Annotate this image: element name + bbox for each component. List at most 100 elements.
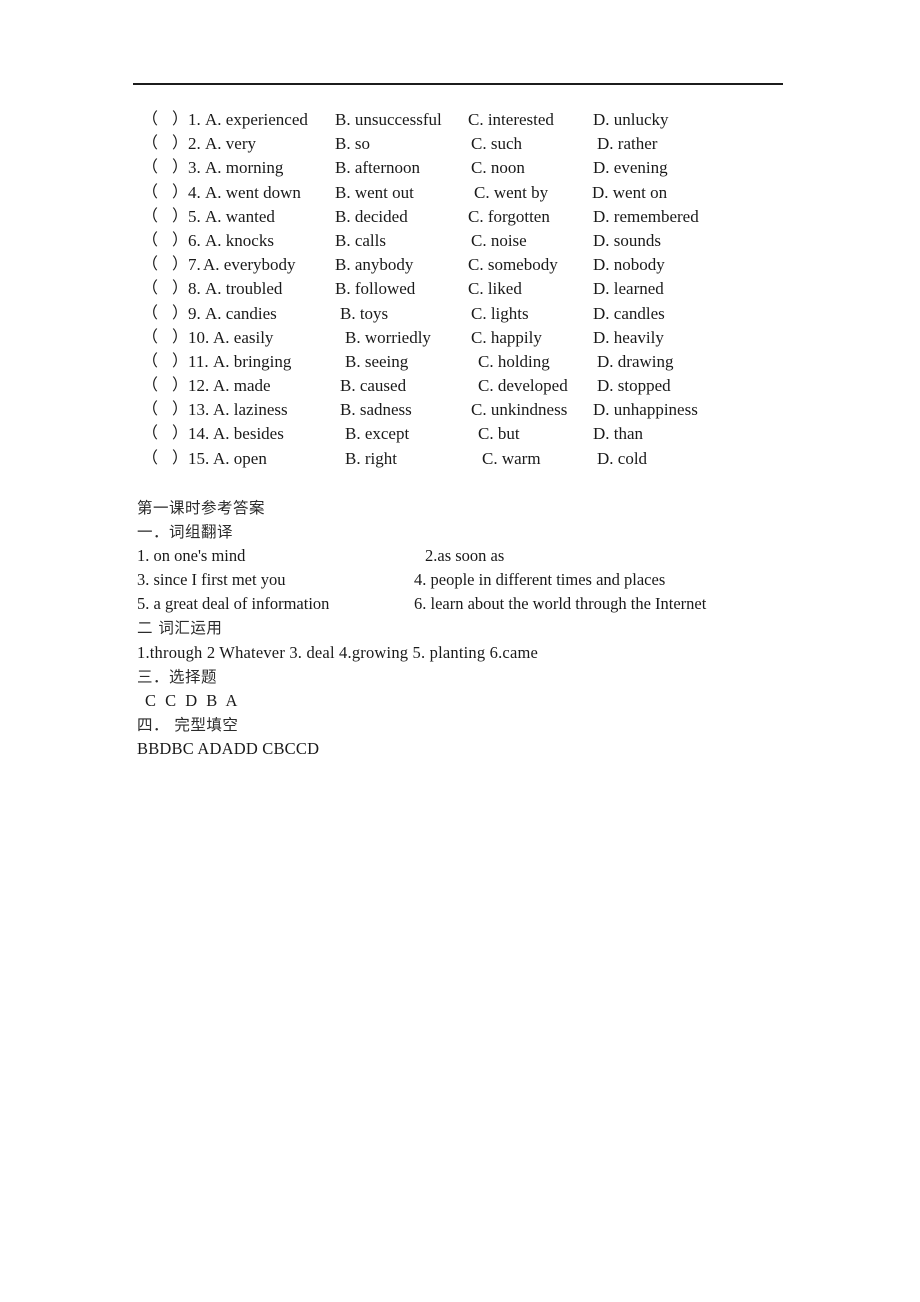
option-d[interactable]: D. went on [592, 181, 667, 205]
option-d[interactable]: D. drawing [597, 350, 673, 374]
option-b[interactable]: B. caused [340, 374, 406, 398]
option-b[interactable]: B. right [345, 447, 397, 471]
section-4-answers: BBDBC ADADD CBCCD [137, 738, 320, 758]
cloze-row: （ ） 8. A. troubled B. followed C. liked … [0, 277, 920, 301]
option-a[interactable]: A. experienced [205, 108, 308, 132]
option-b[interactable]: B. seeing [345, 350, 408, 374]
answer-paren-close: ） [172, 352, 189, 370]
option-b[interactable]: B. decided [335, 205, 408, 229]
option-c[interactable]: C. liked [468, 277, 522, 301]
option-a[interactable]: A. open [213, 447, 267, 471]
option-c[interactable]: C. forgotten [468, 205, 550, 229]
section-4-answers-line: BBDBC ADADD CBCCD [0, 737, 920, 761]
question-number: 4. [188, 182, 201, 202]
option-c[interactable]: C. unkindness [471, 398, 567, 422]
question-number: 15. [188, 448, 210, 468]
cloze-row: （ ） 11. A. bringing B. seeing C. holding… [0, 350, 920, 374]
option-b[interactable]: B. unsuccessful [335, 108, 442, 132]
answer-paren-open: （ [142, 231, 159, 249]
cloze-row: （ ） 15. A. open B. right C. warm D. cold [0, 447, 920, 471]
option-c[interactable]: C. warm [482, 447, 541, 471]
option-a[interactable]: A. knocks [205, 229, 274, 253]
option-b[interactable]: B. went out [335, 181, 414, 205]
option-c[interactable]: C. lights [471, 302, 529, 326]
option-a[interactable]: A. candies [205, 302, 277, 326]
section-3-answers-line: C C D B A [0, 689, 920, 713]
header-divider-rule [133, 83, 783, 85]
section-1-heading: 一．词组翻译 [137, 523, 234, 542]
option-d[interactable]: D. cold [597, 447, 647, 471]
option-b[interactable]: B. so [335, 132, 370, 156]
option-c[interactable]: C. such [471, 132, 522, 156]
option-b[interactable]: B. worriedly [345, 326, 431, 350]
option-d[interactable]: D. sounds [593, 229, 661, 253]
answer-key-section: 第一课时参考答案 一．词组翻译 1. on one's mind 2.as so… [0, 496, 920, 761]
section-3-heading-line: 三．选择题 [0, 665, 920, 689]
question-number: 9. [188, 303, 201, 323]
cloze-row: （ ） 5. A. wanted B. decided C. forgotten… [0, 205, 920, 229]
question-number: 11. [188, 351, 209, 371]
question-number: 3. [188, 158, 201, 178]
option-d[interactable]: D. nobody [593, 253, 665, 277]
option-d[interactable]: D. heavily [593, 326, 664, 350]
section-2-heading-line: 二 词汇运用 [0, 616, 920, 640]
answer-paren-close: ） [172, 280, 189, 298]
option-a[interactable]: A. laziness [213, 398, 288, 422]
question-number: 10. [188, 327, 210, 347]
option-c[interactable]: C. holding [478, 350, 550, 374]
section-2-answers-line: 1.through 2 Whatever 3. deal 4.growing 5… [0, 641, 920, 665]
option-b[interactable]: B. followed [335, 277, 415, 301]
option-c[interactable]: C. went by [474, 181, 548, 205]
option-a[interactable]: A. went down [205, 181, 301, 205]
answer-key-title-line: 第一课时参考答案 [0, 496, 920, 520]
option-c[interactable]: C. noise [471, 229, 527, 253]
option-a[interactable]: A. easily [213, 326, 273, 350]
option-c[interactable]: C. developed [478, 374, 568, 398]
option-d[interactable]: D. candles [593, 302, 665, 326]
option-a[interactable]: A. troubled [205, 277, 282, 301]
cloze-row: （ ） 1. A. experienced B. unsuccessful C.… [0, 108, 920, 132]
section-2-heading: 二 词汇运用 [137, 619, 223, 638]
option-a[interactable]: A. made [213, 374, 271, 398]
section-1-heading-line: 一．词组翻译 [0, 520, 920, 544]
option-a[interactable]: A. very [205, 132, 256, 156]
answer-paren-close: ） [172, 401, 189, 419]
answer-paren-close: ） [172, 304, 189, 322]
question-number: 1. [188, 110, 201, 129]
answer-paren-close: ） [172, 256, 189, 274]
option-c[interactable]: C. but [478, 422, 520, 446]
option-a[interactable]: A. morning [205, 156, 283, 180]
option-c[interactable]: C. interested [468, 108, 554, 132]
option-a[interactable]: A. wanted [205, 205, 275, 229]
option-b[interactable]: B. anybody [335, 253, 413, 277]
option-b[interactable]: B. afternoon [335, 156, 420, 180]
option-d[interactable]: D. stopped [597, 374, 671, 398]
option-d[interactable]: D. rather [597, 132, 657, 156]
option-b[interactable]: B. toys [340, 302, 388, 326]
answer-paren-open: （ [142, 159, 159, 177]
option-d[interactable]: D. unlucky [593, 108, 669, 132]
option-c[interactable]: C. happily [471, 326, 542, 350]
answer-paren-close: ） [172, 135, 189, 153]
option-b[interactable]: B. calls [335, 229, 386, 253]
answer-paren-open: （ [142, 280, 159, 298]
option-d[interactable]: D. unhappiness [593, 398, 698, 422]
option-d[interactable]: D. learned [593, 277, 664, 301]
option-b[interactable]: B. sadness [340, 398, 412, 422]
option-c[interactable]: C. somebody [468, 253, 558, 277]
answer-paren-close: ） [172, 231, 189, 249]
option-a[interactable]: A. bringing [213, 350, 291, 374]
option-a[interactable]: A. everybody [203, 253, 296, 277]
question-number: 8. [188, 279, 201, 299]
option-a[interactable]: A. besides [213, 422, 284, 446]
cloze-row: （ ） 3. A. morning B. afternoon C. noon D… [0, 156, 920, 180]
option-d[interactable]: D. evening [593, 156, 668, 180]
answer-paren-open: （ [142, 256, 159, 274]
option-b[interactable]: B. except [345, 422, 409, 446]
option-d[interactable]: D. than [593, 422, 643, 446]
answer-paren-open: （ [142, 425, 159, 443]
phrase-answer-2: 2.as soon as [425, 546, 505, 566]
option-c[interactable]: C. noon [471, 156, 525, 180]
option-d[interactable]: D. remembered [593, 205, 699, 229]
cloze-row: （ ） 7. A. everybody B. anybody C. somebo… [0, 253, 920, 277]
